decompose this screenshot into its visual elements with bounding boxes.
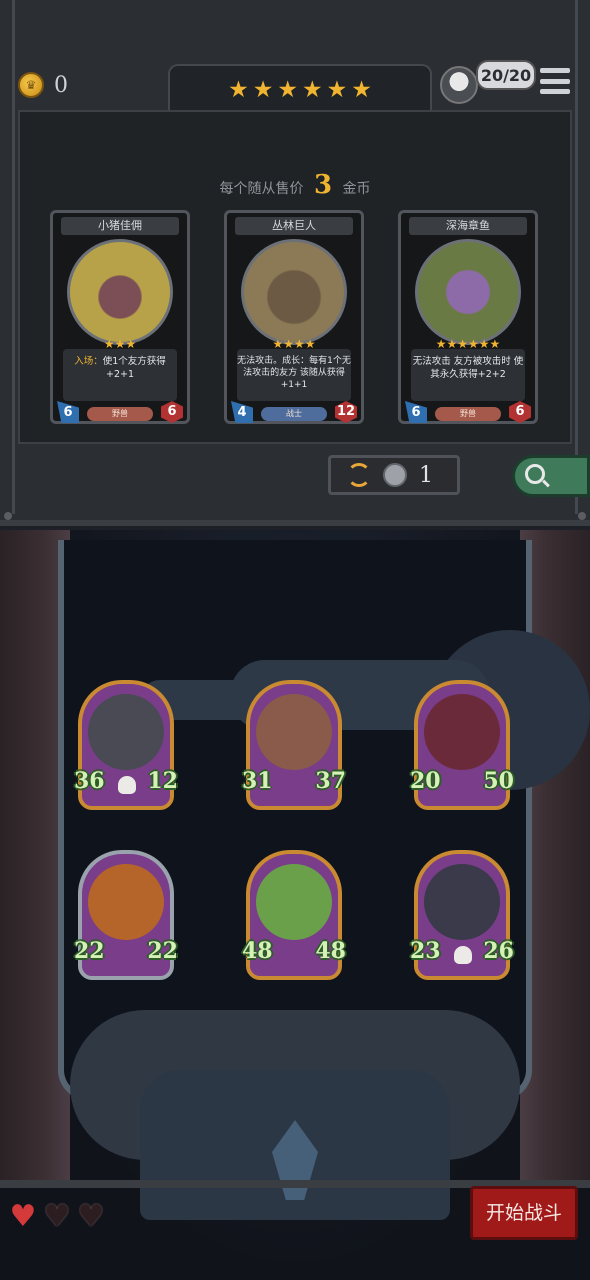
card-attack: 4 — [231, 401, 253, 423]
shop-card[interactable]: 丛林巨人 ★★★★ 无法攻击。成长：每有1个无法攻击的友方 该随从获得+1+1 … — [224, 210, 364, 424]
star-icon: ★ — [302, 76, 323, 103]
board-minion[interactable]: 36 12 — [74, 680, 178, 810]
minion-health: 48 — [315, 938, 346, 964]
shop-card[interactable]: 小猪佳佣 ★★★ 入场：使1个友方获得+2+1 6 野兽 6 — [50, 210, 190, 424]
board-capacity-badge: 20/20 — [476, 60, 536, 90]
sell-price-info: 每个随从售价 3 金币 — [0, 170, 590, 200]
card-ability-text: 无法攻击。成长：每有1个无法攻击的友方 该随从获得+1+1 — [237, 349, 351, 401]
menu-bar-icon — [540, 68, 570, 73]
sell-price-suffix: 金币 — [342, 181, 371, 197]
minion-art-airship — [256, 694, 332, 770]
card-health: 6 — [161, 401, 183, 423]
card-ability-text: 无法攻击 友方被攻击时 使其永久获得+2+2 — [411, 349, 525, 401]
sell-price-value: 3 — [313, 170, 333, 200]
star-icon: ★ — [351, 76, 372, 103]
tavern-tier-stars: ★ ★ ★ ★ ★ ★ — [168, 64, 432, 114]
search-button[interactable] — [512, 455, 590, 497]
minion-art-horse — [424, 864, 500, 940]
gold-coin-icon: ♛ — [18, 72, 44, 98]
gold-display: ♛ 0 — [18, 72, 68, 98]
card-health: 6 — [509, 401, 531, 423]
gold-count: 0 — [54, 72, 68, 98]
skull-icon — [454, 946, 472, 964]
silver-coin-icon — [383, 463, 407, 487]
star-icon: ★ — [277, 76, 298, 103]
star-icon: ★ — [326, 76, 348, 103]
minion-health: 22 — [147, 938, 178, 964]
shop-card[interactable]: 深海章鱼 ★★★★★★ 无法攻击 友方被攻击时 使其永久获得+2+2 6 野兽 … — [398, 210, 538, 424]
heart-icon: ♥ — [9, 1199, 37, 1234]
star-icon: ★ — [228, 76, 249, 103]
minion-attack: 31 — [242, 768, 273, 794]
minion-health: 26 — [483, 938, 514, 964]
minion-attack: 36 — [74, 768, 105, 794]
heart-empty-icon: ♥ — [77, 1199, 105, 1234]
minion-health: 37 — [315, 768, 346, 794]
menu-bar-icon — [540, 89, 570, 94]
board-minion[interactable]: 22 22 — [74, 850, 178, 980]
board-minion[interactable]: 20 50 — [410, 680, 514, 810]
sell-price-prefix: 每个随从售价 — [219, 181, 304, 197]
card-health: 12 — [335, 401, 357, 423]
card-attack: 6 — [405, 401, 427, 423]
minion-art-pumpkin — [88, 864, 164, 940]
menu-button[interactable] — [540, 68, 570, 94]
rivet — [4, 512, 12, 520]
minion-attack: 20 — [410, 768, 441, 794]
shop-panel: ♛ 0 ★ ★ ★ ★ ★ ★ 20/20 每个随从售价 3 金币 小猪佳佣 ★★★ 入场… — [0, 0, 590, 526]
search-icon-handle — [542, 479, 550, 488]
card-tribe: 野兽 — [87, 407, 153, 421]
card-tribe: 野兽 — [435, 407, 501, 421]
minion-art-witch — [424, 694, 500, 770]
minion-attack: 22 — [74, 938, 105, 964]
card-attack: 6 — [57, 401, 79, 423]
refresh-icon — [347, 463, 371, 487]
start-battle-button[interactable]: 开始战斗 — [470, 1186, 578, 1240]
player-avatar[interactable] — [440, 66, 478, 104]
refresh-shop-button[interactable]: 1 — [328, 455, 460, 495]
heart-empty-icon: ♥ — [43, 1199, 71, 1234]
rivet — [578, 512, 586, 520]
board-minion[interactable]: 48 48 — [242, 850, 346, 980]
card-portrait-boar — [67, 239, 173, 345]
minion-health: 50 — [483, 768, 514, 794]
card-name: 深海章鱼 — [409, 217, 527, 235]
minion-art-frog — [256, 864, 332, 940]
star-icon: ★ — [252, 76, 274, 103]
refresh-cost: 1 — [419, 462, 433, 488]
minion-attack: 48 — [242, 938, 273, 964]
card-ability-text: 入场：使1个友方获得+2+1 — [63, 349, 177, 401]
card-name: 小猪佳佣 — [61, 217, 179, 235]
card-portrait-octopus — [415, 239, 521, 345]
card-portrait-giant — [241, 239, 347, 345]
board-minion[interactable]: 23 26 — [410, 850, 514, 980]
card-name: 丛林巨人 — [235, 217, 353, 235]
minion-health: 12 — [147, 768, 178, 794]
board-minion[interactable]: 31 37 — [242, 680, 346, 810]
minion-attack: 23 — [410, 938, 441, 964]
card-tribe: 战士 — [261, 407, 327, 421]
menu-bar-icon — [540, 78, 570, 84]
lives-display: ♥ ♥ ♥ — [8, 1202, 106, 1232]
skull-icon — [118, 776, 136, 794]
minion-art-hedgehog — [88, 694, 164, 770]
